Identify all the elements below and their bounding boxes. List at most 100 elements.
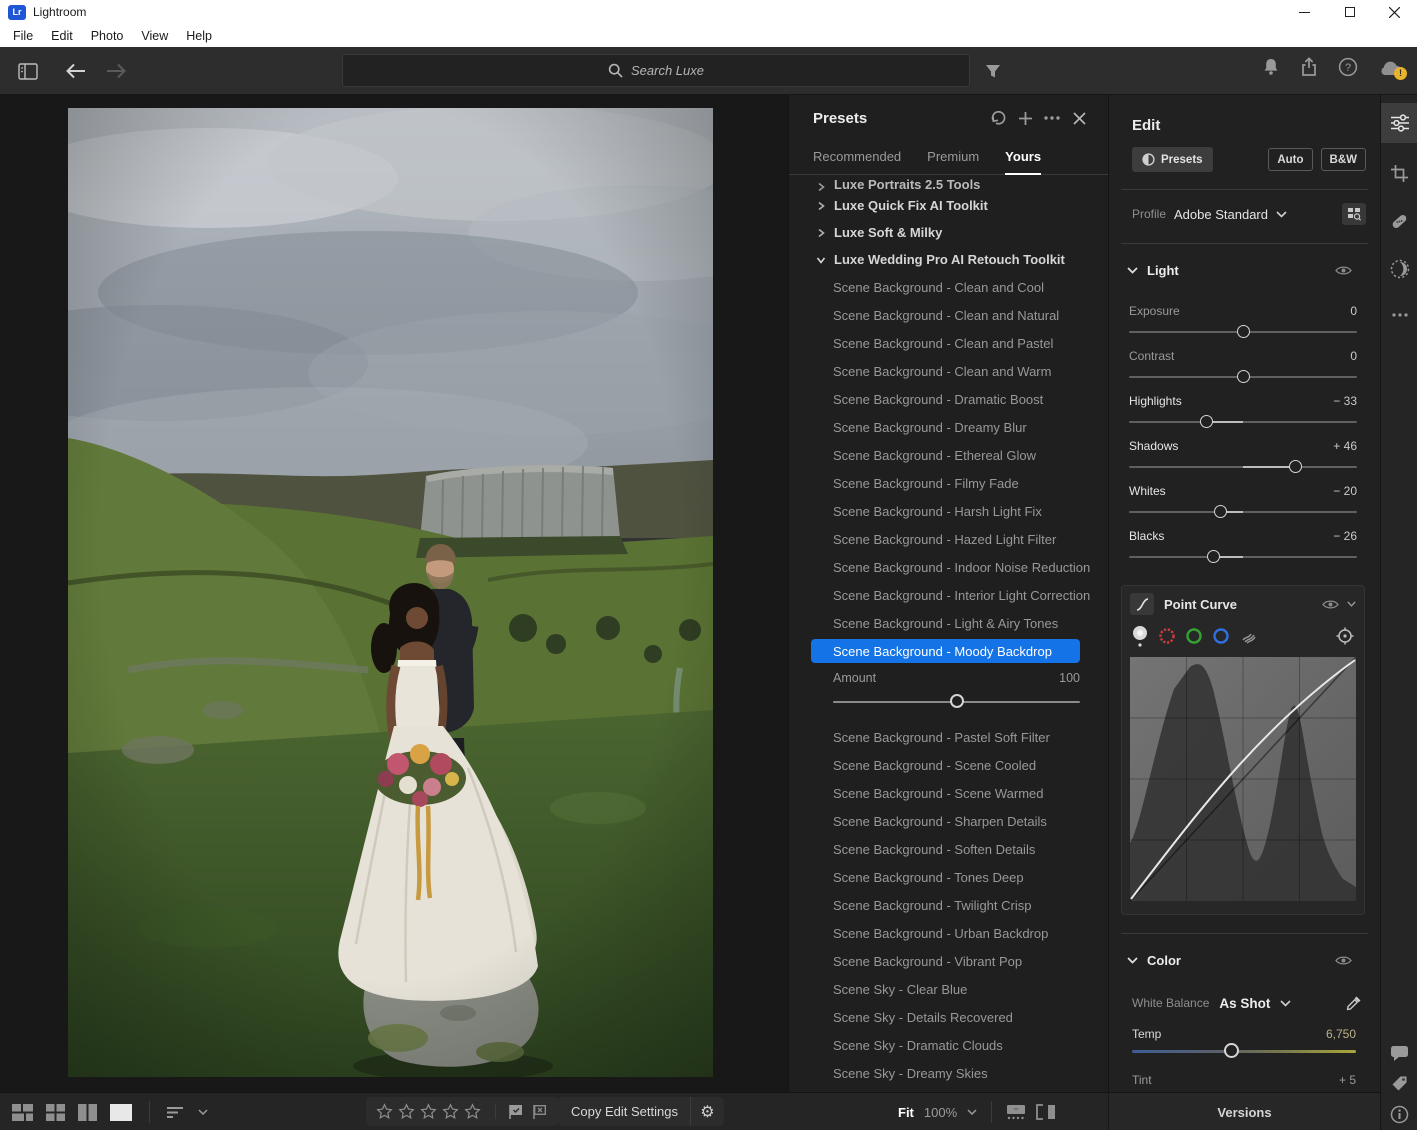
slider-knob[interactable] <box>1289 460 1302 473</box>
photo[interactable] <box>68 108 713 1077</box>
auto-button[interactable]: Auto <box>1268 148 1312 171</box>
preset-item[interactable]: Scene Background - Clean and Natural <box>789 301 1108 329</box>
preset-item[interactable]: Scene Background - Indoor Noise Reductio… <box>789 553 1108 581</box>
more-options-icon[interactable] <box>1043 109 1061 127</box>
preset-item[interactable]: Scene Background - Scene Cooled <box>789 751 1108 779</box>
menu-file[interactable]: File <box>4 29 42 43</box>
preset-group[interactable]: Luxe Wedding Pro AI Retouch Toolkit <box>789 246 1108 273</box>
minimize-button[interactable] <box>1282 0 1327 24</box>
preset-group[interactable]: Luxe Portraits 2.5 Tools <box>789 176 1108 192</box>
curve-icon[interactable] <box>1130 593 1154 615</box>
star-rating[interactable] <box>376 1103 481 1120</box>
pick-flag-icon[interactable] <box>508 1104 524 1119</box>
preset-item[interactable]: Scene Background - Tones Deep <box>789 863 1108 891</box>
chevron-down-icon[interactable] <box>1127 267 1138 274</box>
square-grid-view-icon[interactable] <box>46 1104 65 1121</box>
preset-group[interactable]: Luxe Quick Fix AI Toolkit <box>789 192 1108 219</box>
tab-yours[interactable]: Yours <box>1005 149 1041 174</box>
close-button[interactable] <box>1372 0 1417 24</box>
keywords-tag-icon[interactable] <box>1390 1074 1409 1093</box>
preset-item[interactable]: Scene Sky - Clear Blue <box>789 975 1108 1003</box>
search-input[interactable]: Search Luxe <box>342 54 970 87</box>
panel-toggle-icon[interactable] <box>16 59 40 83</box>
filter-icon[interactable] <box>981 59 1005 83</box>
before-after-icon[interactable] <box>1036 1104 1056 1120</box>
green-channel-icon[interactable] <box>1186 628 1202 644</box>
preset-item[interactable]: Scene Background - Dramatic Boost <box>789 385 1108 413</box>
preset-item[interactable]: Scene Background - Twilight Crisp <box>789 891 1108 919</box>
bw-button[interactable]: B&W <box>1321 148 1366 171</box>
sort-icon[interactable] <box>167 1106 185 1119</box>
chevron-down-icon[interactable] <box>1347 601 1356 607</box>
reset-preset-icon[interactable] <box>989 109 1007 127</box>
notifications-bell-icon[interactable] <box>1262 57 1280 77</box>
tab-premium[interactable]: Premium <box>927 149 979 174</box>
menu-edit[interactable]: Edit <box>42 29 82 43</box>
reject-flag-icon[interactable] <box>532 1104 548 1119</box>
slider-knob[interactable] <box>1200 415 1213 428</box>
more-tools-icon[interactable] <box>1381 295 1417 335</box>
preset-item[interactable]: Scene Background - Sharpen Details <box>789 807 1108 835</box>
slider-knob[interactable] <box>1237 325 1250 338</box>
versions-bar[interactable]: Versions <box>1108 1093 1380 1130</box>
targeted-adjustment-icon[interactable] <box>1336 627 1354 645</box>
red-channel-icon[interactable] <box>1159 628 1175 644</box>
preset-group[interactable]: Luxe Soft & Milky <box>789 219 1108 246</box>
preset-item[interactable]: Scene Background - Urban Backdrop <box>789 919 1108 947</box>
masking-tool-icon[interactable] <box>1381 249 1417 289</box>
slider-track[interactable] <box>1129 331 1357 333</box>
photo-grid-view-icon[interactable] <box>12 1104 33 1121</box>
profile-browser-icon[interactable] <box>1342 203 1366 225</box>
slider-knob[interactable] <box>1207 550 1220 563</box>
detail-view-icon[interactable] <box>110 1104 132 1121</box>
slider-track[interactable] <box>1129 466 1357 468</box>
chevron-down-icon[interactable] <box>198 1109 208 1115</box>
slider-track[interactable] <box>1129 511 1357 513</box>
chevron-down-icon[interactable] <box>1280 1000 1291 1007</box>
preset-item[interactable]: Scene Background - Dreamy Blur <box>789 413 1108 441</box>
eye-icon[interactable] <box>1322 599 1339 610</box>
slider-track[interactable] <box>1129 556 1357 558</box>
tone-curve[interactable] <box>1130 657 1356 909</box>
blue-channel-icon[interactable] <box>1213 628 1229 644</box>
preset-item[interactable]: Scene Sky - Dreamy Skies <box>789 1059 1108 1087</box>
crop-tool-icon[interactable] <box>1381 153 1417 193</box>
preset-item[interactable]: Scene Background - Vibrant Pop <box>789 947 1108 975</box>
preset-item[interactable]: Scene Background - Clean and Pastel <box>789 329 1108 357</box>
preset-item[interactable]: Scene Background - Interior Light Correc… <box>789 581 1108 609</box>
preset-item[interactable]: Scene Sky - Dramatic Clouds <box>789 1031 1108 1059</box>
chevron-down-icon[interactable] <box>1276 211 1287 218</box>
preset-item[interactable]: Scene Background - Harsh Light Fix <box>789 497 1108 525</box>
preset-item[interactable]: Scene Background - Clean and Warm <box>789 357 1108 385</box>
star-icon[interactable] <box>420 1103 437 1120</box>
profile-value[interactable]: Adobe Standard <box>1174 207 1268 222</box>
help-icon[interactable]: ? <box>1338 57 1358 77</box>
share-icon[interactable] <box>1300 57 1318 77</box>
info-icon[interactable] <box>1390 1105 1409 1124</box>
zoom-level[interactable]: 100% <box>924 1105 957 1120</box>
preset-item[interactable]: Scene Background - Moody Backdrop <box>811 639 1080 663</box>
preset-item[interactable]: Scene Background - Filmy Fade <box>789 469 1108 497</box>
copy-edit-settings-button[interactable]: Copy Edit Settings <box>571 1104 690 1119</box>
forward-arrow-icon[interactable] <box>104 59 128 83</box>
preset-item[interactable]: Scene Sky - Details Recovered <box>789 1003 1108 1031</box>
slider-track[interactable] <box>1129 421 1357 423</box>
preset-item[interactable]: Scene Background - Light & Airy Tones <box>789 609 1108 637</box>
slider-knob[interactable] <box>1237 370 1250 383</box>
star-icon[interactable] <box>442 1103 459 1120</box>
back-arrow-icon[interactable] <box>64 59 88 83</box>
slider-knob[interactable] <box>1214 505 1227 518</box>
preset-item[interactable]: Scene Background - Clean and Cool <box>789 273 1108 301</box>
temp-slider-knob[interactable] <box>1224 1043 1239 1058</box>
star-icon[interactable] <box>464 1103 481 1120</box>
maximize-button[interactable] <box>1327 0 1372 24</box>
cloud-sync-icon[interactable]: ! <box>1378 58 1403 77</box>
white-balance-value[interactable]: As Shot <box>1219 996 1270 1011</box>
grid-overlay-icon[interactable] <box>1006 1104 1026 1120</box>
tab-recommended[interactable]: Recommended <box>813 149 901 174</box>
light-section-title[interactable]: Light <box>1147 263 1179 278</box>
rgb-channel-icon[interactable] <box>1132 625 1148 647</box>
preset-amount-slider[interactable]: Amount100 <box>789 665 1108 723</box>
color-section-title[interactable]: Color <box>1147 953 1181 968</box>
menu-photo[interactable]: Photo <box>82 29 133 43</box>
